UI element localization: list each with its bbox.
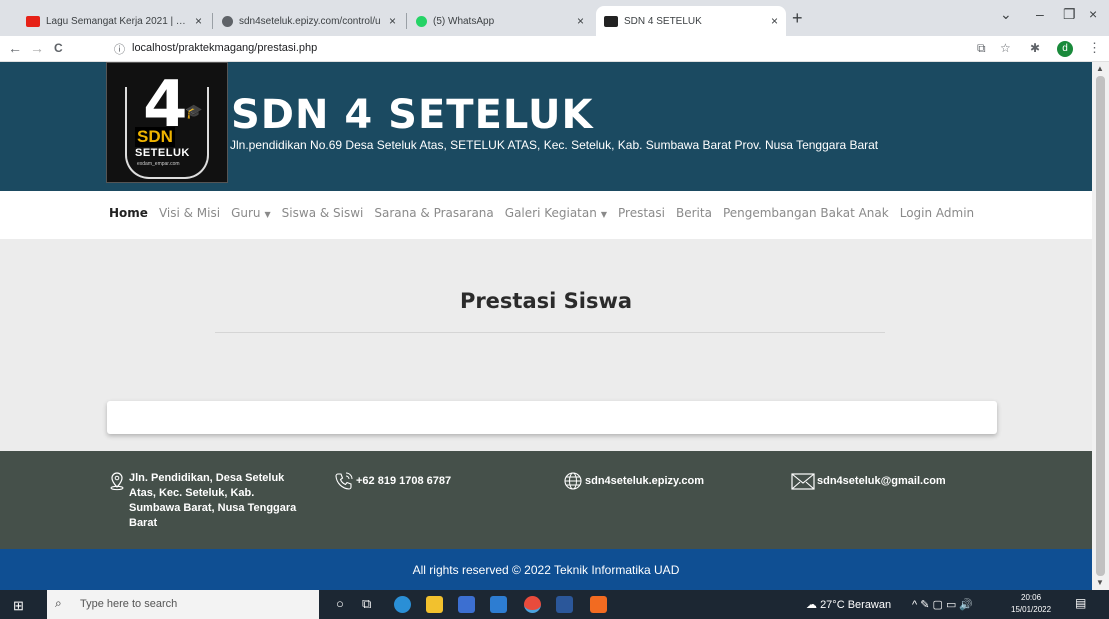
xampp-icon[interactable]	[590, 596, 607, 613]
url-text[interactable]: localhost/praktekmagang/prestasi.php	[132, 42, 317, 54]
tab-title: Lagu Semangat Kerja 2021 | Top	[46, 15, 189, 27]
tab-search-icon[interactable]: ⌄	[1000, 6, 1012, 23]
footer-email[interactable]: sdn4seteluk@gmail.com	[791, 471, 946, 491]
info-icon[interactable]: ⓘ	[114, 41, 125, 57]
whatsapp-icon	[416, 15, 427, 27]
site-favicon-icon	[604, 15, 618, 27]
school-logo[interactable]: 4 🎓 SDN SETELUK exdam_empar.com	[106, 62, 228, 183]
notification-icon[interactable]: ▤	[1075, 596, 1086, 610]
tray-icons[interactable]: ^ ✎ ▢ ▭ 🔊	[912, 598, 973, 611]
footer-website[interactable]: sdn4seteluk.epizy.com	[563, 471, 704, 491]
minimize-button[interactable]: –	[1036, 6, 1044, 22]
main-content: Prestasi Siswa	[0, 239, 1092, 451]
tab-title: SDN 4 SETELUK	[624, 15, 702, 27]
scroll-up-icon[interactable]: ▲	[1096, 64, 1104, 73]
share-icon[interactable]: ⧉	[977, 41, 986, 56]
school-address: Jln.pendidikan No.69 Desa Seteluk Atas, …	[230, 138, 879, 152]
word-icon[interactable]	[556, 596, 573, 613]
tab-lagu-semangat[interactable]: Lagu Semangat Kerja 2021 | Top ×	[18, 6, 210, 36]
nav-sarana-prasarana[interactable]: Sarana & Prasarana	[374, 206, 493, 220]
file-explorer-icon[interactable]	[426, 596, 443, 613]
page-title: Prestasi Siswa	[459, 289, 633, 313]
tab-sdn4-seteluk[interactable]: SDN 4 SETELUK ×	[596, 6, 786, 36]
close-icon[interactable]: ×	[577, 14, 584, 28]
extensions-icon[interactable]: ✱	[1030, 41, 1040, 55]
close-window-button[interactable]: ×	[1089, 6, 1097, 22]
cloud-icon: ☁	[806, 599, 821, 611]
address-bar: ← → C ⓘ localhost/praktekmagang/prestasi…	[0, 36, 1109, 62]
caret-down-icon: ▼	[600, 210, 607, 219]
close-icon[interactable]: ×	[771, 14, 778, 28]
reload-button[interactable]: C	[54, 41, 63, 55]
nav-guru[interactable]: Guru ▼	[231, 206, 271, 220]
nav-login-admin[interactable]: Login Admin	[900, 206, 974, 220]
graduation-cap-icon: 🎓	[185, 103, 203, 119]
tab-whatsapp[interactable]: (5) WhatsApp ×	[408, 6, 592, 36]
taskbar-clock[interactable]: 20:06 15/01/2022	[1011, 592, 1051, 616]
tab-title: (5) WhatsApp	[433, 15, 495, 27]
close-icon[interactable]: ×	[195, 14, 202, 28]
windows-taskbar: ⊞ ⌕ Type here to search ○ ⧉ ☁ 27°C Beraw…	[0, 590, 1109, 619]
forward-button[interactable]: →	[30, 40, 44, 56]
menu-icon[interactable]: ⋮	[1088, 40, 1101, 56]
browser-tab-bar: Lagu Semangat Kerja 2021 | Top × sdn4set…	[0, 0, 1109, 36]
site-header: 4 🎓 SDN SETELUK exdam_empar.com SDN 4 SE…	[0, 62, 1092, 191]
search-icon: ⌕	[55, 596, 62, 610]
store-icon[interactable]	[458, 596, 475, 613]
footer-address: Jln. Pendidikan, Desa Seteluk Atas, Kec.…	[107, 471, 307, 531]
site-footer: Jln. Pendidikan, Desa Seteluk Atas, Kec.…	[0, 451, 1092, 549]
close-icon[interactable]: ×	[389, 14, 396, 28]
copyright-text: All rights reserved © 2022 Teknik Inform…	[412, 563, 680, 577]
nav-siswa-siswi[interactable]: Siswa & Siswi	[282, 206, 364, 220]
scroll-down-icon[interactable]: ▼	[1096, 578, 1104, 587]
youtube-icon	[26, 15, 40, 27]
page-scrollbar[interactable]: ▲ ▼	[1092, 62, 1109, 590]
new-tab-button[interactable]: +	[792, 8, 803, 29]
tab-title: sdn4seteluk.epizy.com/control/u	[239, 15, 381, 27]
url-field[interactable]: ⓘ localhost/praktekmagang/prestasi.php ⧉…	[100, 39, 1060, 59]
nav-berita[interactable]: Berita	[676, 206, 712, 220]
cortana-icon[interactable]: ○	[336, 596, 344, 611]
edge-icon[interactable]	[394, 596, 411, 613]
taskbar-search[interactable]: ⌕ Type here to search	[47, 590, 319, 619]
scrollbar-thumb[interactable]	[1096, 76, 1105, 576]
nav-visi-misi[interactable]: Visi & Misi	[159, 206, 220, 220]
back-button[interactable]: ←	[8, 40, 22, 56]
page-viewport: 4 🎓 SDN SETELUK exdam_empar.com SDN 4 SE…	[0, 62, 1092, 590]
envelope-icon	[791, 473, 815, 490]
nav-home[interactable]: Home	[109, 206, 148, 220]
globe-icon	[222, 15, 233, 27]
footer-phone[interactable]: +62 819 1708 6787	[334, 471, 451, 491]
location-pin-icon	[110, 472, 124, 491]
nav-prestasi[interactable]: Prestasi	[618, 206, 665, 220]
tab-sdn4seteluk-control[interactable]: sdn4seteluk.epizy.com/control/u ×	[214, 6, 404, 36]
prestasi-card	[107, 401, 997, 434]
chrome-icon[interactable]	[524, 596, 541, 613]
main-nav: Home Visi & Misi Guru ▼ Siswa & Siswi Sar…	[0, 191, 1092, 239]
bookmark-star-icon[interactable]: ☆	[1000, 41, 1011, 55]
caret-down-icon: ▼	[264, 210, 271, 219]
copyright-bar: All rights reserved © 2022 Teknik Inform…	[0, 549, 1092, 590]
maximize-button[interactable]: ❐	[1063, 6, 1076, 23]
phone-icon	[335, 472, 353, 490]
windows-start-icon[interactable]: ⊞	[13, 598, 24, 614]
task-view-icon[interactable]: ⧉	[362, 596, 371, 612]
school-name: SDN 4 SETELUK	[231, 92, 594, 138]
globe-icon	[564, 472, 582, 490]
mail-icon[interactable]	[490, 596, 507, 613]
title-divider	[215, 332, 885, 333]
nav-galeri-kegiatan[interactable]: Galeri Kegiatan ▼	[505, 206, 607, 220]
profile-avatar[interactable]: d	[1057, 41, 1073, 57]
weather-widget[interactable]: ☁ 27°C Berawan	[806, 598, 891, 611]
nav-pengembangan-bakat-anak[interactable]: Pengembangan Bakat Anak	[723, 206, 889, 220]
